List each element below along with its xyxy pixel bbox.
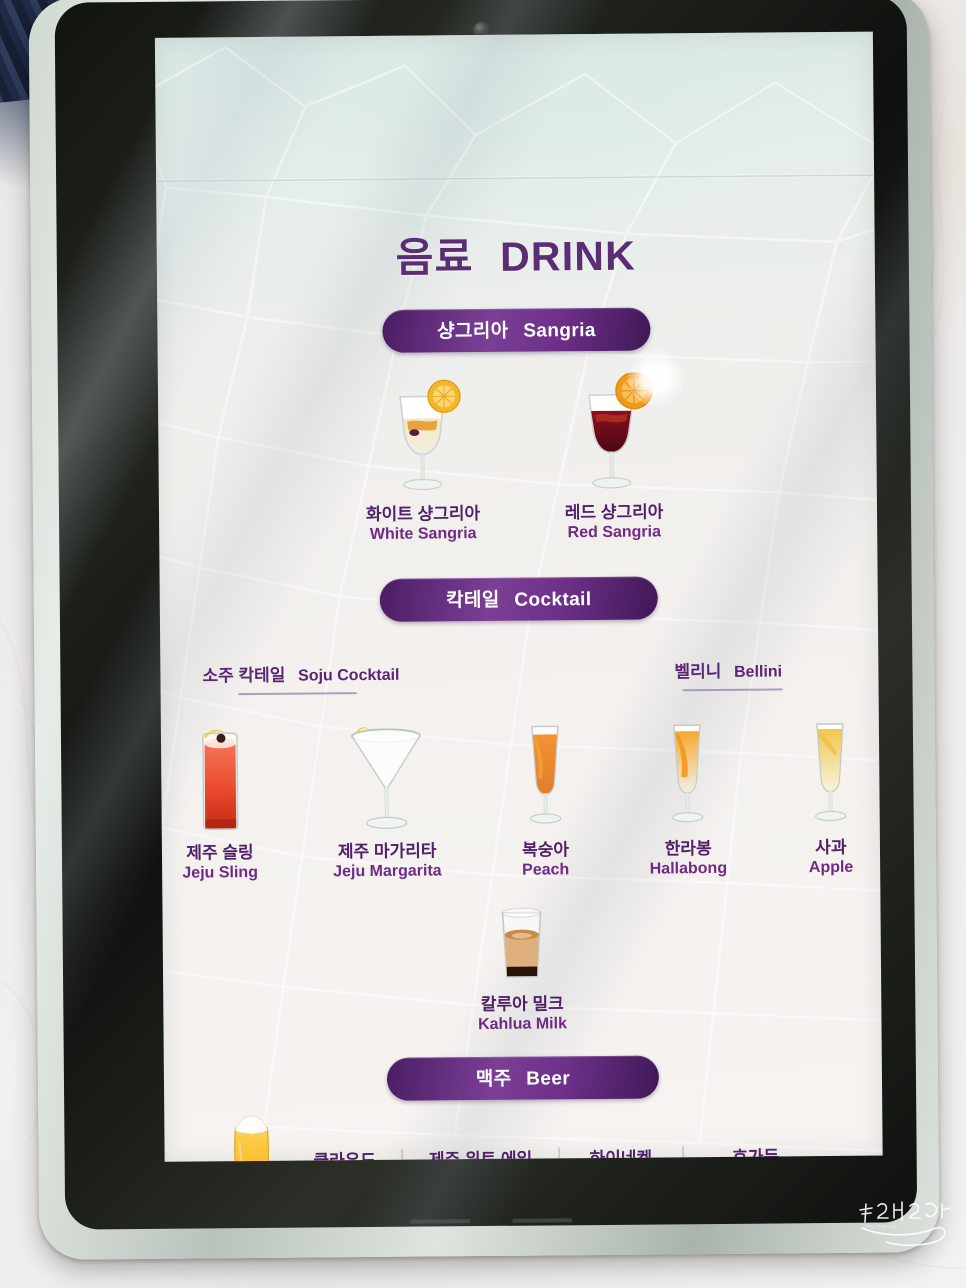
cocktail-subheaders: 소주 칵테일 Soju Cocktail 벨리니 Bellini <box>160 655 878 696</box>
jeju-margarita-art <box>334 705 439 834</box>
menu-item-heineken[interactable]: 하이네켄 Heineken <box>559 1148 682 1162</box>
section-header-en: Sangria <box>523 320 596 342</box>
section-header-sangria: 샹그리아 Sangria <box>382 307 651 353</box>
menu-item-hoegaarden[interactable]: 호가든 Hoegaarden <box>683 1147 828 1162</box>
menu-item-kahlua-milk[interactable]: 칼루아 밀크 Kahlua Milk <box>477 900 567 1035</box>
subgroup-underline <box>682 688 783 692</box>
item-name-ko: 화이트 샹그리아 <box>365 504 481 525</box>
menu-item-kloud[interactable]: 클라우드 Kloud <box>287 1151 402 1162</box>
jeju-sling-art <box>177 707 262 836</box>
item-name-en: Jeju Sling <box>182 863 259 882</box>
menu-item-jeju-sling[interactable]: 제주 슬링 Jeju Sling <box>177 707 263 884</box>
item-name-en: Kahlua Milk <box>477 1015 568 1033</box>
section-header-en: Beer <box>526 1068 571 1090</box>
item-name-ko: 클라우드 <box>313 1150 377 1162</box>
item-name-ko: 제주 슬링 <box>186 842 254 863</box>
subgroup-ko: 벨리니 <box>674 661 722 682</box>
section-header-ko: 샹그리아 <box>436 320 509 343</box>
item-name-en: Jeju Margarita <box>333 862 442 881</box>
menu-item-hallabong-bellini[interactable]: 한라봉 Hallabong <box>648 703 727 880</box>
section-header-en: Cocktail <box>514 588 592 611</box>
item-name-ko: 칼루아 밀크 <box>480 994 564 1014</box>
white-sangria-art <box>366 374 479 499</box>
tablet-device: 음료 DRINK 샹그리아 Sangria 화이트 샹그리아 White San… <box>28 0 940 1260</box>
item-name-en: Hallabong <box>649 859 728 878</box>
beer-items-row: 클라우드 Kloud 제주 위트 에일 Jeju Wit Ale <box>164 1102 882 1162</box>
page-title-ko: 음료 <box>395 234 474 281</box>
item-name-en: Peach <box>522 861 570 879</box>
item-name-ko: 사과 <box>815 837 847 858</box>
item-name-ko: 한라봉 <box>664 838 712 859</box>
subgroup-en: Bellini <box>734 663 783 681</box>
menu-item-jeju-wit-ale[interactable]: 제주 위트 에일 Jeju Wit Ale <box>403 1149 559 1162</box>
menu-item-apple-bellini[interactable]: 사과 Apple <box>797 702 865 878</box>
speaker-grille <box>410 1218 573 1224</box>
subgroup-header-bellini: 벨리니 Bellini <box>674 656 783 692</box>
section-header-ko: 칵테일 <box>445 589 500 612</box>
item-name-ko: 하이네켄 <box>589 1148 653 1162</box>
item-name-ko: 제주 마가리타 <box>337 841 437 862</box>
section-header-beer: 맥주 Beer <box>386 1055 660 1101</box>
page-title: 음료 DRINK <box>157 220 875 286</box>
apple-bellini-art <box>797 702 864 831</box>
item-name-ko: 복숭아 <box>521 840 570 860</box>
red-sangria-art <box>557 372 670 497</box>
tablet-screen[interactable]: 음료 DRINK 샹그리아 Sangria 화이트 샹그리아 White San… <box>154 31 883 1162</box>
page-title-en: DRINK <box>499 232 637 280</box>
subgroup-en: Soju Cocktail <box>298 666 400 685</box>
item-name-ko: 레드 샹그리아 <box>564 502 664 523</box>
beer-glass-art <box>219 1108 284 1162</box>
item-name-en: Red Sangria <box>567 523 662 542</box>
item-name-en: Apple <box>808 858 854 877</box>
item-name-ko: 호가든 <box>732 1147 780 1162</box>
kahlua-milk-art <box>483 900 560 987</box>
photo-scene: 음료 DRINK 샹그리아 Sangria 화이트 샹그리아 White San… <box>0 0 966 1288</box>
menu-content: 음료 DRINK 샹그리아 Sangria 화이트 샹그리아 White San… <box>155 32 883 1162</box>
subgroup-underline <box>238 692 357 696</box>
menu-item-white-sangria[interactable]: 화이트 샹그리아 White Sangria <box>365 374 481 545</box>
item-name-ko: 제주 위트 에일 <box>428 1149 533 1162</box>
peach-bellini-art <box>511 704 578 833</box>
menu-item-red-sangria[interactable]: 레드 샹그리아 Red Sangria <box>557 372 670 543</box>
tablet-bezel: 음료 DRINK 샹그리아 Sangria 화이트 샹그리아 White San… <box>54 0 918 1230</box>
menu-item-peach-bellini[interactable]: 복숭아 Peach <box>511 704 579 880</box>
section-header-cocktail: 칵테일 Cocktail <box>379 576 658 622</box>
hallabong-bellini-art <box>654 703 721 832</box>
menu-item-jeju-margarita[interactable]: 제주 마가리타 Jeju Margarita <box>332 705 442 882</box>
item-name-en: White Sangria <box>369 525 477 544</box>
subgroup-ko: 소주 칵테일 <box>202 665 286 686</box>
section-header-ko: 맥주 <box>475 1068 512 1090</box>
subgroup-header-soju-cocktail: 소주 칵테일 Soju Cocktail <box>202 660 400 696</box>
